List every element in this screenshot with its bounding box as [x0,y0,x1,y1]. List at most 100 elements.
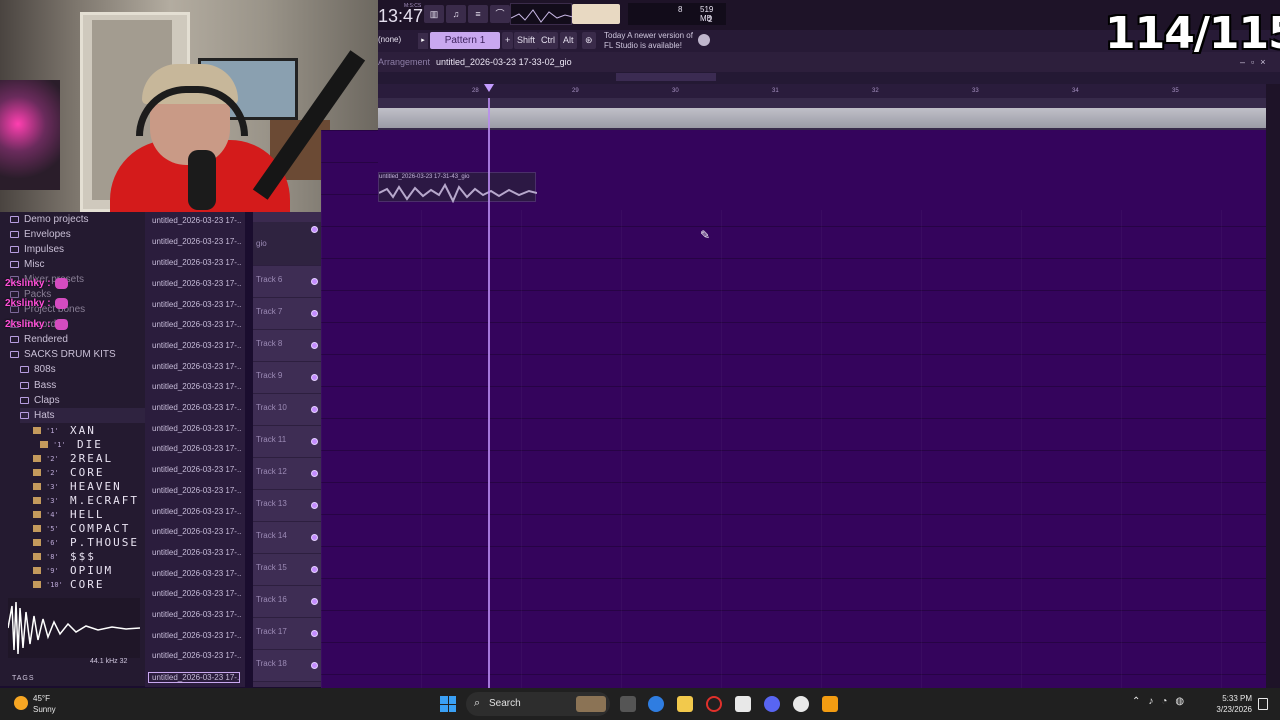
clip-list-item[interactable]: untitled_2026-03-23 17-... [152,548,242,557]
track-header[interactable]: Track 8 [253,330,321,362]
track-header[interactable]: Track 12 [253,458,321,490]
copilot-icon[interactable] [648,696,664,712]
track-enable-button[interactable] [311,630,318,637]
track-header[interactable]: Track 10 [253,394,321,426]
browser-folder[interactable]: Envelopes [10,227,155,242]
clip-list-item[interactable]: untitled_2026-03-23 17-... [152,486,242,495]
track-header[interactable]: Track 11 [253,426,321,458]
track-header[interactable]: Track 9 [253,362,321,394]
taskbar-search[interactable]: ⌕ Search [466,692,610,716]
browser-folder[interactable]: Rendered [10,332,155,347]
clip-list-item[interactable]: untitled_2026-03-23 17-... [152,320,242,329]
browser-folder[interactable]: Bass [20,378,165,393]
piano-roll-icon[interactable]: ▥ [424,5,444,23]
step-seq-icon[interactable]: ♫ [446,5,466,23]
browser-folder[interactable]: 808s [20,362,165,377]
browser-folder[interactable]: SACKS DRUM KITS [10,347,155,362]
track-header[interactable]: Track 16 [253,586,321,618]
globe-icon[interactable] [698,34,710,46]
playlist-view-label[interactable]: Arrangement [378,57,430,67]
browser-folder[interactable]: Misc [10,257,155,272]
chrome-icon[interactable] [793,696,809,712]
clip-list-item[interactable]: untitled_2026-03-23 17-... [152,507,242,516]
clip-list-item[interactable]: untitled_2026-03-23 17-... [152,465,242,474]
taskbar-clock[interactable]: 5:33 PM 3/23/2026 [1212,693,1252,715]
shift-key-button[interactable]: Shift [514,32,539,49]
master-volume-slider[interactable] [572,4,620,24]
clip-list-item-selected[interactable]: untitled_2026-03-23 17-... [148,672,240,683]
track-enable-button[interactable] [311,374,318,381]
browser-folder[interactable]: Claps [20,393,165,408]
update-notice[interactable]: Today A newer version of FL Studio is av… [604,31,693,51]
track-header[interactable]: Track 15 [253,554,321,586]
browser-folder-selected[interactable]: Hats [20,408,165,423]
audio-clip-long[interactable] [378,108,1266,128]
playlist-vertical-scrollbar[interactable] [1266,84,1280,688]
news-icon[interactable]: ⊛ [582,32,596,49]
discord-icon[interactable] [764,696,780,712]
fl-studio-icon[interactable] [822,696,838,712]
song-position-clock[interactable]: 13:47 [378,6,423,27]
track-enable-button[interactable] [311,226,318,233]
playhead[interactable] [488,98,490,688]
track-enable-button[interactable] [311,278,318,285]
track-header[interactable]: Track 13 [253,490,321,522]
scrollbar-thumb[interactable] [616,73,716,81]
playlist-grid[interactable] [321,130,1268,688]
track-enable-button[interactable] [311,310,318,317]
opera-icon[interactable] [706,696,722,712]
add-pattern-icon[interactable]: + [502,32,514,49]
track-enable-button[interactable] [311,502,318,509]
clip-list-item[interactable]: untitled_2026-03-23 17-... [152,527,242,536]
clip-list-item[interactable]: untitled_2026-03-23 17-... [152,403,242,412]
clip-list-item[interactable]: untitled_2026-03-23 17-... [152,569,242,578]
weather-widget[interactable]: 45°F Sunny [14,693,104,715]
mixer-icon[interactable]: ≡ [468,5,488,23]
track-header[interactable]: Track 7 [253,298,321,330]
clip-list-item[interactable]: untitled_2026-03-23 17-... [152,258,242,267]
tempo-icon[interactable]: ⌒ [490,5,510,23]
alt-key-button[interactable]: Alt [560,32,577,49]
track-enable-button[interactable] [311,342,318,349]
clip-list-item[interactable]: untitled_2026-03-23 17-... [152,631,242,640]
clip-list-item[interactable]: untitled_2026-03-23 17-... [152,382,242,391]
play-pattern-icon[interactable]: ▸ [418,33,428,49]
browser-folder[interactable]: Demo projects [10,212,155,227]
clip-list-item[interactable]: untitled_2026-03-23 17-... [152,341,242,350]
browser-folder[interactable]: Impulses [10,242,155,257]
track-header[interactable]: Track 17 [253,618,321,650]
clip-list-item[interactable]: untitled_2026-03-23 17-... [152,589,242,598]
clip-list-item[interactable]: untitled_2026-03-23 17-... [152,424,242,433]
notification-icon[interactable] [1258,698,1268,710]
file-explorer-icon[interactable] [677,696,693,712]
clip-list-item[interactable]: untitled_2026-03-23 17-... [152,279,242,288]
snap-mode-select[interactable]: (none) [378,35,401,44]
playhead-marker-icon[interactable] [484,84,494,92]
track-enable-button[interactable] [311,406,318,413]
track-enable-button[interactable] [311,470,318,477]
clip-list-item[interactable]: untitled_2026-03-23 17-... [152,444,242,453]
track-enable-button[interactable] [311,534,318,541]
clip-list-item[interactable]: untitled_2026-03-23 17-... [152,237,242,246]
track-enable-button[interactable] [311,598,318,605]
sample-preview-waveform[interactable] [7,598,141,658]
track-header[interactable]: Track 18 [253,650,321,682]
track-enable-button[interactable] [311,566,318,573]
track-header[interactable]: gio [253,222,321,266]
audio-clip[interactable]: untitled_2026-03-23 17-31-43_gio [378,172,537,203]
ctrl-key-button[interactable]: Ctrl [538,32,558,49]
task-view-icon[interactable] [620,696,636,712]
playlist-horizontal-scrollbar[interactable] [378,72,1280,84]
clip-list-item[interactable]: untitled_2026-03-23 17-... [152,216,242,225]
windows-start-icon[interactable] [440,696,456,712]
clip-list-item[interactable]: untitled_2026-03-23 17-... [152,651,242,660]
track-enable-button[interactable] [311,438,318,445]
clip-list-item[interactable]: untitled_2026-03-23 17-... [152,362,242,371]
store-icon[interactable] [735,696,751,712]
track-enable-button[interactable] [311,662,318,669]
track-header[interactable]: Track 6 [253,266,321,298]
clip-list-item[interactable]: untitled_2026-03-23 17-... [152,610,242,619]
clip-list-item[interactable]: untitled_2026-03-23 17-... [152,300,242,309]
timeline-ruler[interactable]: 28 29 30 31 32 33 34 35 [378,84,1280,98]
track-header[interactable]: Track 14 [253,522,321,554]
